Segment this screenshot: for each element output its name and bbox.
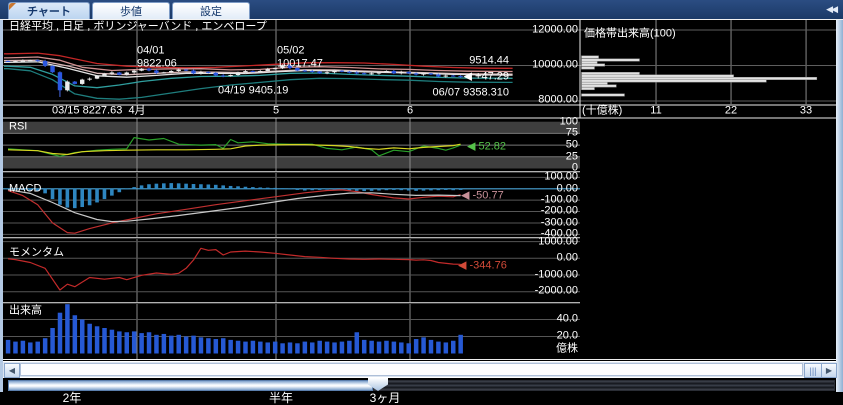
scroll-right-button[interactable]: ▶ [821, 363, 837, 378]
chart-content-area [3, 20, 836, 361]
tab-chart[interactable]: チャート [8, 2, 90, 19]
annotation-low-0315: 03/15 8227.63 [52, 106, 122, 117]
tab-corner-accent [9, 3, 16, 10]
rsi-panel-label: RSI [9, 122, 27, 133]
price-axis-tick-8000: 8000.00 [538, 95, 578, 106]
annotation-low-0419: 04/19 9405.19 [218, 86, 288, 97]
pbv-title: 価格帯出来高(100) [584, 29, 676, 40]
tab-settings-label: 設定 [200, 3, 222, 19]
momentum-tick-m1000: -1000.00 [535, 270, 578, 281]
scrollbar-thumb[interactable] [20, 363, 803, 376]
pbv-axis-tick-22: 22 [725, 106, 737, 117]
macd-tick-100: 100.00 [544, 172, 578, 183]
x-axis-tick-june: 6 [407, 106, 413, 117]
scroll-left-button[interactable]: ◀ [4, 363, 20, 378]
volume-tick-40: 40.0 [557, 314, 578, 325]
volume-unit-label: 億株 [556, 344, 578, 355]
pbv-axis-unit: (十億株) [582, 106, 622, 117]
price-axis-tick-10000: 10000.00 [532, 60, 578, 71]
rsi-tick-50: 50 [566, 140, 578, 151]
momentum-tick-0: 0.00 [557, 253, 578, 264]
grip-icon: ||| [809, 366, 816, 376]
annotation-last-close: 06/07 9358.310 [433, 88, 509, 99]
collapse-left-icon[interactable]: ◀◀ [826, 4, 836, 15]
annotation-high-0401-date: 04/01 [137, 46, 165, 57]
x-axis-tick-april: 4月 [128, 106, 145, 117]
horizontal-scrollbar[interactable]: ◀ ||| ▶ [3, 361, 836, 377]
rsi-tick-75: 75 [566, 128, 578, 139]
volume-tick-20: 20.0 [557, 331, 578, 342]
right-splitter-strip[interactable] [836, 20, 843, 405]
zoom-range-slider[interactable] [3, 378, 836, 392]
annotation-price-change: ◀ +47.29 [464, 72, 509, 83]
price-axis-tick-12000: 12000.00 [532, 25, 578, 36]
macd-last-value: ◀ -50.77 [461, 191, 504, 202]
range-label-2y: 2年 [63, 392, 82, 405]
macd-panel-label: MACD [9, 184, 41, 195]
annotation-high-0401-value: 9822.06 [137, 59, 177, 70]
chart-title: 日経平均 , 日足 , ボリンジャーバンド , エンベロープ [9, 22, 267, 33]
chart-window: チャート 歩値 設定 ◀◀ 日経平均 , 日足 , ボリンジャーバンド , エン… [0, 0, 843, 405]
rsi-last-value: ◀ 52.82 [467, 142, 506, 153]
range-label-half-year: 半年 [269, 392, 293, 405]
macd-tick-m200: -200.00 [541, 206, 578, 217]
annotation-peak-0502-date: 05/02 [277, 46, 305, 57]
tab-tick-data-label: 歩値 [120, 3, 142, 19]
zoom-slider-fill [8, 380, 373, 391]
range-label-3m: 3ヶ月 [370, 392, 401, 405]
momentum-tick-1000: 1000.00 [538, 237, 578, 248]
pbv-axis-tick-33: 33 [800, 106, 812, 117]
annotation-band-value: 9514.44 [469, 56, 509, 67]
annotation-peak-0502-value: 10017.47 [277, 59, 323, 70]
zoom-slider-track[interactable] [373, 380, 835, 391]
momentum-last-value: ◀ -344.76 [458, 261, 507, 272]
tab-chart-label: チャート [27, 3, 71, 19]
momentum-panel-label: モメンタム [9, 248, 64, 259]
pbv-axis-tick-11: 11 [650, 106, 661, 117]
x-axis-tick-may: 5 [273, 106, 279, 117]
volume-panel-label: 出来高 [9, 306, 42, 317]
tab-tick-data[interactable]: 歩値 [92, 2, 170, 19]
momentum-tick-m2000: -2000.00 [535, 286, 578, 297]
tab-settings[interactable]: 設定 [172, 2, 250, 19]
tab-bar: チャート 歩値 設定 ◀◀ [0, 0, 843, 20]
range-label-row: 2年 半年 3ヶ月 [0, 392, 843, 405]
scrollbar-grip-button[interactable]: ||| [804, 363, 822, 378]
